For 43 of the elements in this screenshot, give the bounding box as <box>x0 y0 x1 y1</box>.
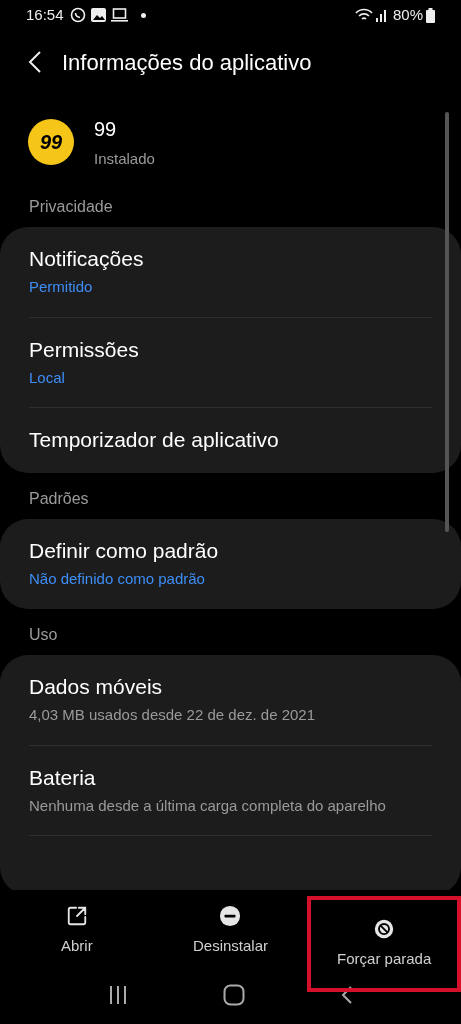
item-title: Definir como padrão <box>29 538 220 564</box>
back-button[interactable] <box>28 50 42 74</box>
home-icon[interactable] <box>223 984 246 1006</box>
action-button[interactable]: Forçar parada <box>307 896 461 992</box>
settings-item[interactable]: Dados móveis 4,03 MB usados desde 22 de dez. de 2021 <box>29 654 432 745</box>
share-icon <box>65 904 88 927</box>
recent-apps-icon[interactable] <box>107 985 128 1005</box>
item-subtitle: Permitido <box>29 277 94 297</box>
item-title: Permissões <box>29 336 140 363</box>
item-subtitle: Não definido como padrão <box>29 569 206 589</box>
action-button[interactable]: Desinstalar <box>153 896 308 966</box>
settings-item[interactable]: Permissões Local <box>29 316 432 407</box>
section-header: Uso <box>28 624 59 645</box>
item-subtitle: 4,03 MB usados desde 22 de dez. de 2021 <box>29 705 317 725</box>
wifi-icon <box>354 8 373 22</box>
chat-icon <box>69 7 86 23</box>
page-title: Informações do aplicativo <box>62 48 312 77</box>
item-title: Temporizador de aplicativo <box>29 427 280 453</box>
back-icon[interactable] <box>341 985 354 1005</box>
battery-icon <box>426 7 435 23</box>
app-icon: 99 <box>28 119 74 166</box>
item-subtitle: Local <box>29 367 66 388</box>
item-title: Bateria <box>29 764 97 791</box>
action-button[interactable]: Abrir <box>0 896 154 966</box>
battery-level: 80% <box>392 4 423 25</box>
dot-icon <box>140 12 146 18</box>
settings-item[interactable]: Definir como padrão Não definido como padrão <box>29 518 432 609</box>
settings-item[interactable]: Temporizador de aplicativo <box>29 406 432 473</box>
settings-item[interactable]: Notificações Permitido <box>29 226 432 317</box>
signal-icon <box>375 8 388 22</box>
section-header: Privacidade <box>28 196 114 217</box>
app-name: 99 <box>94 117 118 142</box>
clock: 16:54 <box>26 4 64 25</box>
app-status: Instalado <box>94 149 155 169</box>
section-header: Padrões <box>28 488 90 509</box>
block-icon <box>373 917 396 940</box>
item-subtitle: Nenhuma desde a última carga completa do aparelho <box>29 795 387 816</box>
laptop-icon <box>110 8 128 22</box>
item-title: Notificações <box>29 246 145 272</box>
settings-item[interactable]: Bateria Nenhuma desde a última carga completa do aparelho <box>29 744 432 835</box>
item-title: Dados móveis <box>29 674 164 700</box>
minus-circle-icon <box>219 904 242 927</box>
image-icon <box>90 8 106 22</box>
